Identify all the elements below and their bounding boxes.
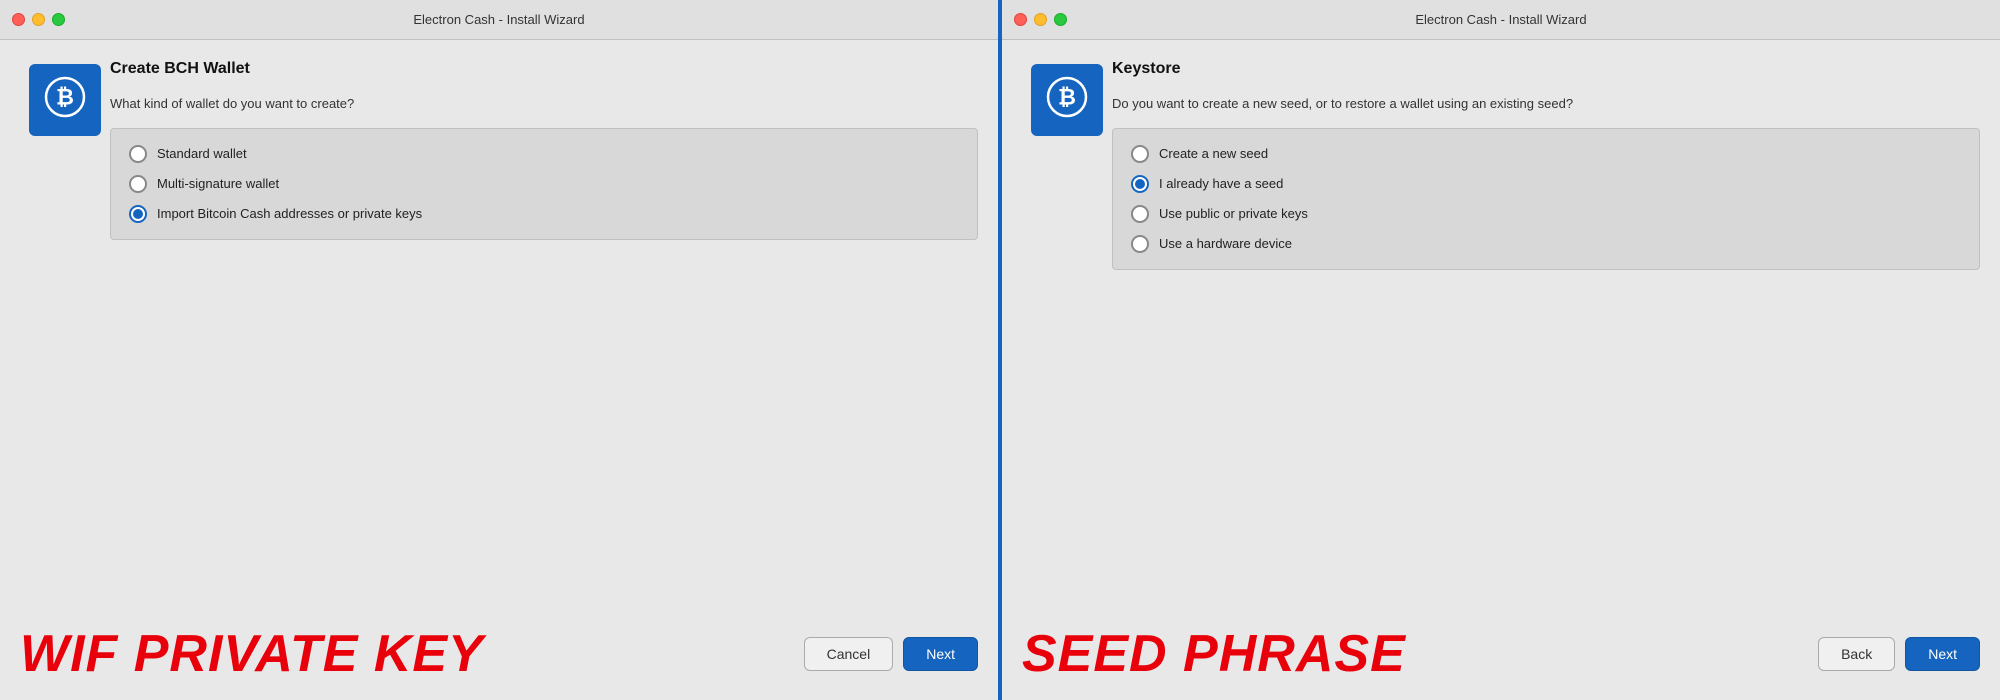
right-maximize-button[interactable] xyxy=(1054,13,1067,26)
left-window-body: ₿ Create BCH Wallet What kind of wallet … xyxy=(0,40,998,616)
left-close-button[interactable] xyxy=(12,13,25,26)
right-radio-hardware[interactable] xyxy=(1131,235,1149,253)
left-logo-area: ₿ xyxy=(20,60,110,596)
right-radio-new-seed[interactable] xyxy=(1131,145,1149,163)
right-option-have-seed[interactable]: I already have a seed xyxy=(1131,175,1961,193)
left-radio-import[interactable] xyxy=(129,205,147,223)
left-option-import-label: Import Bitcoin Cash addresses or private… xyxy=(157,206,422,221)
right-titlebar: Electron Cash - Install Wizard xyxy=(1002,0,2000,40)
right-bitcoin-symbol: ₿ xyxy=(1046,76,1088,124)
left-button-group: Cancel Next xyxy=(804,637,978,671)
right-footer-label: SEED PHRASE xyxy=(1022,628,1406,680)
right-option-hardware-label: Use a hardware device xyxy=(1159,236,1292,251)
left-next-button[interactable]: Next xyxy=(903,637,978,671)
right-minimize-button[interactable] xyxy=(1034,13,1047,26)
svg-text:₿: ₿ xyxy=(56,84,74,109)
right-panel: Electron Cash - Install Wizard ₿ Keystor… xyxy=(998,0,2000,700)
right-radio-have-seed[interactable] xyxy=(1131,175,1149,193)
right-window-body: ₿ Keystore Do you want to create a new s… xyxy=(1002,40,2000,616)
right-bottom-bar: SEED PHRASE Back Next xyxy=(1002,616,2000,700)
left-option-standard-label: Standard wallet xyxy=(157,146,247,161)
right-logo-icon: ₿ xyxy=(1031,64,1103,136)
right-option-new-seed[interactable]: Create a new seed xyxy=(1131,145,1961,163)
right-content-area: Keystore Do you want to create a new see… xyxy=(1112,60,1980,596)
left-panel: Electron Cash - Install Wizard ₿ Create … xyxy=(0,0,998,700)
left-titlebar: Electron Cash - Install Wizard xyxy=(0,0,998,40)
left-radio-standard[interactable] xyxy=(129,145,147,163)
right-close-button[interactable] xyxy=(1014,13,1027,26)
right-back-button[interactable]: Back xyxy=(1818,637,1895,671)
left-footer-label: WIF PRIVATE KEY xyxy=(20,628,484,680)
right-next-button[interactable]: Next xyxy=(1905,637,1980,671)
right-traffic-lights xyxy=(1014,13,1067,26)
left-content-area: Create BCH Wallet What kind of wallet do… xyxy=(110,60,978,596)
right-option-have-seed-label: I already have a seed xyxy=(1159,176,1283,191)
right-titlebar-text: Electron Cash - Install Wizard xyxy=(1415,12,1586,27)
right-button-group: Back Next xyxy=(1818,637,1980,671)
left-titlebar-text: Electron Cash - Install Wizard xyxy=(413,12,584,27)
left-logo-icon: ₿ xyxy=(29,64,101,136)
left-content-description: What kind of wallet do you want to creat… xyxy=(110,94,978,114)
left-radio-multisig[interactable] xyxy=(129,175,147,193)
right-radio-pub-priv[interactable] xyxy=(1131,205,1149,223)
right-option-hardware[interactable]: Use a hardware device xyxy=(1131,235,1961,253)
right-content-description: Do you want to create a new seed, or to … xyxy=(1112,94,1980,114)
left-traffic-lights xyxy=(12,13,65,26)
left-option-standard[interactable]: Standard wallet xyxy=(129,145,959,163)
right-content-title: Keystore xyxy=(1112,60,1980,78)
right-options-box: Create a new seed I already have a seed … xyxy=(1112,128,1980,270)
left-content-title: Create BCH Wallet xyxy=(110,60,978,78)
right-option-new-seed-label: Create a new seed xyxy=(1159,146,1268,161)
right-option-pub-priv-label: Use public or private keys xyxy=(1159,206,1308,221)
left-option-multisig-label: Multi-signature wallet xyxy=(157,176,279,191)
left-option-import[interactable]: Import Bitcoin Cash addresses or private… xyxy=(129,205,959,223)
left-cancel-button[interactable]: Cancel xyxy=(804,637,894,671)
right-logo-area: ₿ xyxy=(1022,60,1112,596)
left-maximize-button[interactable] xyxy=(52,13,65,26)
left-options-box: Standard wallet Multi-signature wallet I… xyxy=(110,128,978,240)
left-option-multisig[interactable]: Multi-signature wallet xyxy=(129,175,959,193)
left-bitcoin-symbol: ₿ xyxy=(44,76,86,124)
svg-text:₿: ₿ xyxy=(1058,84,1076,109)
left-bottom-bar: WIF PRIVATE KEY Cancel Next xyxy=(0,616,998,700)
left-minimize-button[interactable] xyxy=(32,13,45,26)
right-option-pub-priv[interactable]: Use public or private keys xyxy=(1131,205,1961,223)
